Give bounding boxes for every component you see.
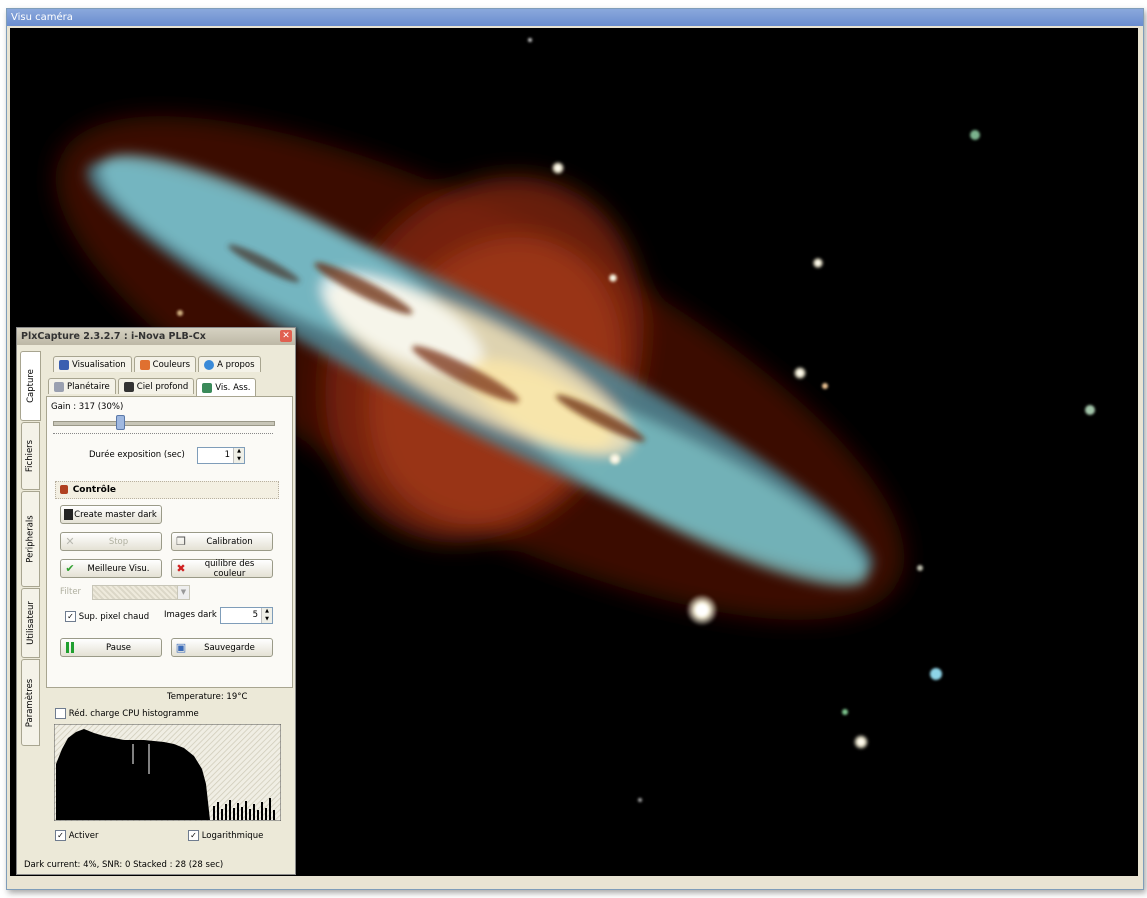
- image-icon: [202, 382, 213, 393]
- save-icon: ▣: [175, 641, 187, 654]
- section-title: Contrôle: [72, 485, 117, 495]
- tab-label: Visualisation: [72, 359, 126, 370]
- info-icon: [204, 359, 215, 370]
- control-icon: [60, 485, 68, 494]
- chevron-down-icon[interactable]: ▼: [177, 586, 189, 599]
- plxcapture-title-text: PlxCapture 2.3.2.7 : i-Nova PLB-Cx: [21, 331, 206, 342]
- slider-ticks: [53, 433, 273, 434]
- button-label: Stop: [108, 536, 129, 547]
- tab-a-propos[interactable]: A propos: [198, 356, 261, 372]
- control-section-header: Contrôle: [55, 481, 279, 499]
- button-label: Meilleure Visu.: [87, 563, 150, 574]
- side-tab-parametres[interactable]: Paramètres: [21, 659, 40, 746]
- spin-up-icon[interactable]: ▲: [234, 448, 244, 456]
- tab-planetaire[interactable]: Planétaire: [48, 378, 116, 394]
- activer-checkbox[interactable]: ✓: [55, 830, 66, 841]
- tab-label: Vis. Ass.: [215, 382, 251, 393]
- button-label: Calibration: [206, 536, 253, 547]
- button-label: Pause: [106, 642, 131, 653]
- side-tab-fichiers[interactable]: Fichiers: [21, 422, 40, 490]
- tab-label: Ciel profond: [136, 381, 189, 392]
- palette-icon: [139, 359, 150, 370]
- tab-couleurs[interactable]: Couleurs: [133, 356, 197, 372]
- activer-checkbox-row[interactable]: ✓ Activer: [55, 830, 99, 841]
- cross-icon: ✖: [176, 562, 186, 575]
- tab-ciel-profond[interactable]: Ciel profond: [117, 378, 195, 394]
- histogram: [54, 724, 281, 821]
- status-bar: Dark current: 4%, SNR: 0 Stacked : 28 (2…: [24, 860, 224, 870]
- planet-icon: [54, 381, 64, 392]
- exposure-spinner[interactable]: 1 ▲ ▼: [197, 447, 245, 464]
- side-tab-label: Peripherals: [25, 515, 36, 563]
- dark-frame-icon: [64, 509, 73, 520]
- gain-label: Gain : 317 (30%): [51, 402, 124, 412]
- window-title: Visu caméra: [7, 9, 1143, 26]
- images-dark-value[interactable]: 5: [221, 608, 261, 623]
- gain-slider-thumb[interactable]: [116, 415, 125, 430]
- tab-label: Planétaire: [67, 381, 110, 392]
- pause-icon: [64, 642, 76, 654]
- tab-visualisation[interactable]: Visualisation: [53, 356, 132, 372]
- spin-down-icon[interactable]: ▼: [234, 455, 244, 463]
- stop-button[interactable]: ✕ Stop: [60, 532, 162, 551]
- filter-label: Filter: [60, 587, 82, 597]
- log-label: Logarithmique: [201, 831, 264, 841]
- side-tab-utilisateur[interactable]: Utilisateur: [21, 588, 40, 658]
- hot-pixel-checkbox[interactable]: ✓: [65, 611, 76, 622]
- side-tab-label: Capture: [25, 369, 36, 403]
- vis-ass-panel: Gain : 317 (30%) Durée exposition (sec) …: [46, 396, 293, 688]
- monitor-icon: [59, 359, 69, 370]
- sauvegarde-button[interactable]: ▣ Sauvegarde: [171, 638, 273, 657]
- tab-label: Couleurs: [152, 359, 191, 370]
- side-tab-label: Utilisateur: [25, 601, 36, 645]
- button-label: Create master dark: [74, 509, 157, 520]
- hot-pixel-label: Sup. pixel chaud: [78, 612, 150, 622]
- color-balance-button[interactable]: ✖ quilibre des couleur: [171, 558, 273, 579]
- create-master-dark-button[interactable]: Create master dark: [60, 505, 162, 524]
- tabs-row-1: Visualisation Couleurs A propos: [53, 356, 261, 373]
- calibration-button[interactable]: ❐ Calibration: [171, 532, 273, 551]
- cpu-label: Réd. charge CPU histogramme: [68, 709, 199, 719]
- hot-pixel-checkbox-row[interactable]: ✓ Sup. pixel chaud: [65, 611, 149, 622]
- spin-down-icon[interactable]: ▼: [262, 615, 272, 623]
- tab-label: A propos: [217, 359, 255, 370]
- side-tab-capture[interactable]: Capture: [20, 351, 41, 421]
- cpu-checkbox-row[interactable]: Réd. charge CPU histogramme: [55, 708, 199, 719]
- images-dark-label: Images dark: [164, 610, 217, 620]
- spin-up-icon[interactable]: ▲: [262, 608, 272, 616]
- checkmark-icon: ✔: [65, 562, 75, 575]
- button-label: Sauvegarde: [204, 642, 255, 653]
- temperature-label: Temperature: 19°C: [167, 692, 248, 702]
- close-icon[interactable]: ✕: [280, 330, 292, 342]
- tabs-row-2: Planétaire Ciel profond Vis. Ass.: [48, 378, 257, 396]
- side-tab-label: Paramètres: [25, 678, 36, 727]
- cpu-checkbox[interactable]: [55, 708, 66, 719]
- button-label: quilibre des couleur: [204, 558, 255, 579]
- exposure-label: Durée exposition (sec): [89, 450, 185, 460]
- plxcapture-title: PlxCapture 2.3.2.7 : i-Nova PLB-Cx ✕: [17, 328, 295, 345]
- activer-label: Activer: [68, 831, 99, 841]
- side-tab-label: Fichiers: [25, 439, 36, 473]
- filter-select[interactable]: ▼: [92, 585, 190, 600]
- camera-image: PlxCapture 2.3.2.7 : i-Nova PLB-Cx ✕ Cap…: [10, 28, 1138, 876]
- meilleure-visu-button[interactable]: ✔ Meilleure Visu.: [60, 559, 162, 578]
- gain-slider-track[interactable]: [53, 421, 275, 426]
- side-tab-peripherals[interactable]: Peripherals: [21, 491, 40, 587]
- log-checkbox-row[interactable]: ✓ Logarithmique: [188, 830, 263, 841]
- images-dark-spinner[interactable]: 5 ▲ ▼: [220, 607, 273, 624]
- plxcapture-window: PlxCapture 2.3.2.7 : i-Nova PLB-Cx ✕ Cap…: [16, 327, 296, 875]
- side-tabs: Capture Fichiers Peripherals Utilisateur…: [19, 348, 41, 848]
- tab-vis-ass[interactable]: Vis. Ass.: [196, 378, 257, 396]
- deep-sky-icon: [123, 381, 134, 392]
- exposure-value[interactable]: 1: [198, 448, 233, 463]
- pause-button[interactable]: Pause: [60, 638, 162, 657]
- calibration-icon: ❐: [176, 535, 186, 548]
- stop-icon: ✕: [65, 535, 75, 548]
- log-checkbox[interactable]: ✓: [188, 830, 199, 841]
- camera-view-window: Visu caméra PlxCapture 2.3.2.7: i-Nova …: [6, 8, 1144, 890]
